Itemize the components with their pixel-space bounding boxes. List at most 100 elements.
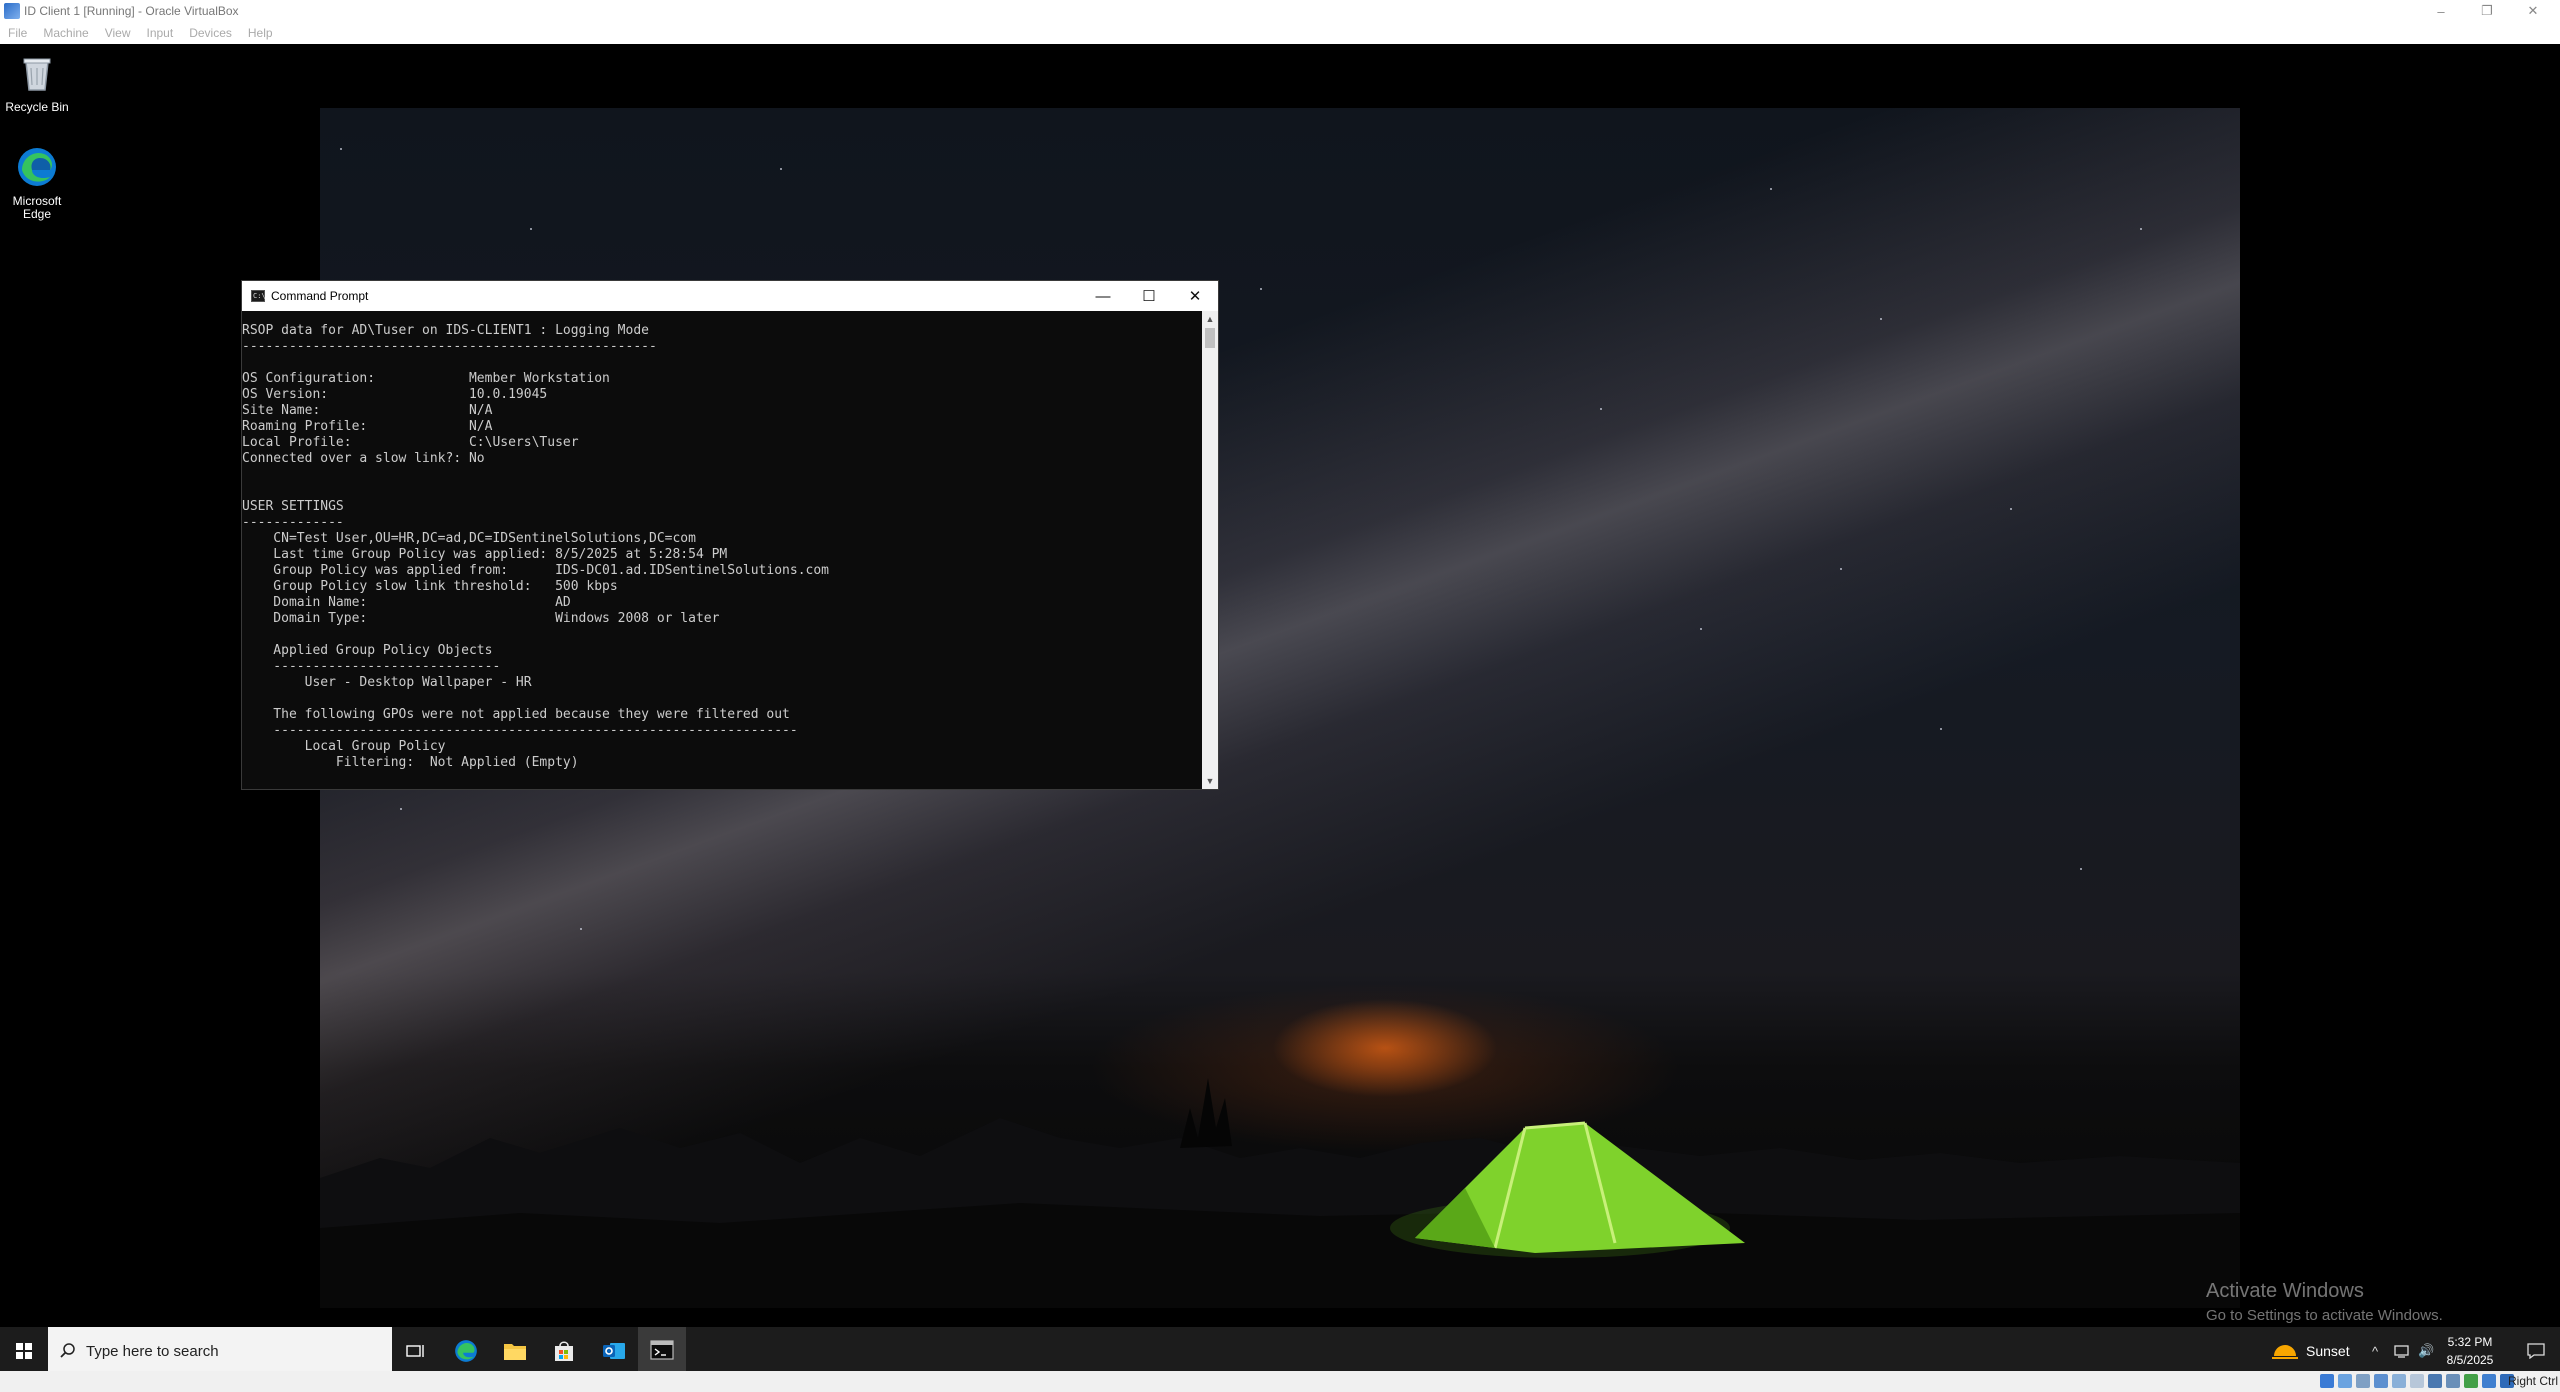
taskbar-outlook[interactable]	[590, 1327, 638, 1375]
menu-file[interactable]: File	[8, 26, 27, 40]
cmd-line: Group Policy slow link threshold: 500 kb…	[242, 579, 618, 594]
command-prompt-window[interactable]: C:\ Command Prompt — ☐ ✕ RSOP data for A…	[241, 280, 1219, 790]
cmd-close-button[interactable]: ✕	[1172, 281, 1218, 311]
desktop-icon-recycle-bin[interactable]: Recycle Bin	[0, 52, 74, 114]
recording-icon[interactable]	[2446, 1374, 2460, 1388]
shared-folders-icon[interactable]	[2410, 1374, 2424, 1388]
file-explorer-icon	[504, 1344, 526, 1360]
close-button[interactable]: ✕	[2518, 0, 2548, 22]
cmd-line: Group Policy was applied from: IDS-DC01.…	[242, 563, 829, 578]
menu-view[interactable]: View	[105, 26, 131, 40]
cmd-line: Filtering: Not Applied (Empty)	[242, 755, 579, 770]
cmd-scrollbar[interactable]: ▲ ▼	[1202, 311, 1218, 789]
cmd-line: OS Configuration: Member Workstation	[242, 371, 610, 386]
cmd-line	[242, 467, 1203, 483]
cmd-line	[242, 627, 1203, 643]
mountain-silhouette	[320, 1078, 2240, 1308]
taskbar-edge[interactable]	[442, 1327, 490, 1375]
weather-label: Sunset	[2306, 1343, 2350, 1359]
cmd-line: Domain Name: AD	[242, 595, 571, 610]
notification-center-button[interactable]	[2512, 1327, 2560, 1375]
cmd-output[interactable]: RSOP data for AD\Tuser on IDS-CLIENT1 : …	[242, 311, 1203, 789]
notification-icon	[2527, 1343, 2545, 1359]
cmd-maximize-button[interactable]: ☐	[1126, 281, 1172, 311]
recycle-bin-icon	[23, 58, 51, 91]
hard-disk-icon[interactable]	[2320, 1374, 2334, 1388]
cmd-line: Site Name: N/A	[242, 403, 493, 418]
display-icon[interactable]	[2428, 1374, 2442, 1388]
cmd-line: Local Profile: C:\Users\Tuser	[242, 435, 579, 450]
virtualbox-icon	[4, 3, 20, 19]
cmd-line: OS Version: 10.0.19045	[242, 387, 548, 402]
edge-icon	[455, 1340, 477, 1362]
host-key-label: Right Ctrl	[2507, 1374, 2558, 1388]
system-clock[interactable]: 5:32 PM 8/5/2025	[2430, 1333, 2510, 1369]
task-view-icon	[406, 1345, 424, 1357]
clock-date: 8/5/2025	[2446, 1353, 2494, 1367]
cmd-line: Local Group Policy	[242, 739, 446, 754]
cmd-line: The following GPOs were not applied beca…	[242, 707, 790, 722]
virtualbox-menubar: File Machine View Input Devices Help	[0, 22, 2560, 44]
store-icon	[555, 1341, 573, 1361]
activate-windows-watermark: Activate Windows Go to Settings to activ…	[2206, 1280, 2443, 1324]
taskbar-command-prompt[interactable]	[638, 1327, 686, 1375]
cmd-line: Last time Group Policy was applied: 8/5/…	[242, 547, 728, 562]
desktop-icon-label: Microsoft Edge	[12, 194, 62, 221]
cmd-line: Roaming Profile: N/A	[242, 419, 493, 434]
edge-icon	[18, 148, 56, 186]
virtualbox-titlebar: ID Client 1 [Running] - Oracle VirtualBo…	[0, 0, 2560, 22]
mouse-integration-icon[interactable]	[2482, 1374, 2496, 1388]
menu-input[interactable]: Input	[147, 26, 174, 40]
cmd-line: ----------------------------------------…	[242, 339, 657, 354]
cmd-minimize-button[interactable]: —	[1080, 281, 1126, 311]
desktop-icon-microsoft-edge[interactable]: Microsoft Edge	[0, 146, 74, 221]
minimize-button[interactable]: –	[2426, 0, 2456, 22]
menu-help[interactable]: Help	[248, 26, 273, 40]
usb-icon[interactable]	[2392, 1374, 2406, 1388]
start-button[interactable]	[0, 1327, 48, 1375]
cmd-line: Applied Group Policy Objects	[242, 643, 493, 658]
desktop-icon-label: Recycle Bin	[5, 100, 69, 114]
network-icon[interactable]	[2394, 1327, 2412, 1375]
cmd-titlebar[interactable]: C:\ Command Prompt — ☐ ✕	[242, 281, 1218, 311]
command-prompt-icon	[650, 1339, 674, 1360]
scroll-up-arrow-icon[interactable]: ▲	[1202, 311, 1218, 327]
cmd-line	[242, 483, 1203, 499]
cmd-line: Domain Type: Windows 2008 or later	[242, 611, 720, 626]
menu-devices[interactable]: Devices	[189, 26, 232, 40]
activate-subtitle: Go to Settings to activate Windows.	[2206, 1307, 2443, 1324]
vbox-device-indicators	[2316, 1374, 2514, 1388]
cmd-line	[242, 691, 1203, 707]
guest-desktop[interactable]: Recycle Bin Microsoft Edge C:\ Command P…	[0, 44, 2560, 1371]
optical-drive-icon[interactable]	[2338, 1374, 2352, 1388]
search-icon	[60, 1343, 75, 1358]
taskbar-task-view[interactable]	[392, 1327, 440, 1375]
cmd-line: USER SETTINGS	[242, 499, 344, 514]
scrollbar-thumb[interactable]	[1205, 328, 1215, 348]
restore-button[interactable]: ❐	[2472, 0, 2502, 22]
outlook-icon	[603, 1343, 625, 1359]
cmd-line: -----------------------------	[242, 659, 501, 674]
weather-widget[interactable]: Sunset	[2272, 1327, 2350, 1375]
activate-title: Activate Windows	[2206, 1280, 2364, 1302]
taskbar-search-box[interactable]: Type here to search	[48, 1327, 392, 1375]
menu-machine[interactable]: Machine	[43, 26, 88, 40]
taskbar-store[interactable]	[540, 1327, 588, 1375]
cpu-icon[interactable]	[2464, 1374, 2478, 1388]
taskbar: Type here to search Sunset ^ 🔊 5:32 PM 8…	[0, 1327, 2560, 1375]
audio-icon[interactable]	[2356, 1374, 2370, 1388]
command-prompt-icon: C:\	[251, 290, 266, 302]
clock-time: 5:32 PM	[2447, 1335, 2493, 1349]
taskbar-file-explorer[interactable]	[491, 1327, 539, 1375]
cmd-line: -------------	[242, 515, 344, 530]
tray-overflow-chevron[interactable]: ^	[2372, 1327, 2378, 1375]
network-adapter-icon[interactable]	[2374, 1374, 2388, 1388]
sunset-icon	[2272, 1345, 2298, 1359]
virtualbox-statusbar: Right Ctrl	[0, 1371, 2560, 1392]
cmd-line: Connected over a slow link?: No	[242, 451, 485, 466]
window-title: ID Client 1 [Running] - Oracle VirtualBo…	[24, 4, 239, 18]
cmd-line: User - Desktop Wallpaper - HR	[242, 675, 532, 690]
scroll-down-arrow-icon[interactable]: ▼	[1202, 773, 1218, 789]
cmd-line	[242, 355, 1203, 371]
windows-logo-icon	[16, 1343, 32, 1359]
